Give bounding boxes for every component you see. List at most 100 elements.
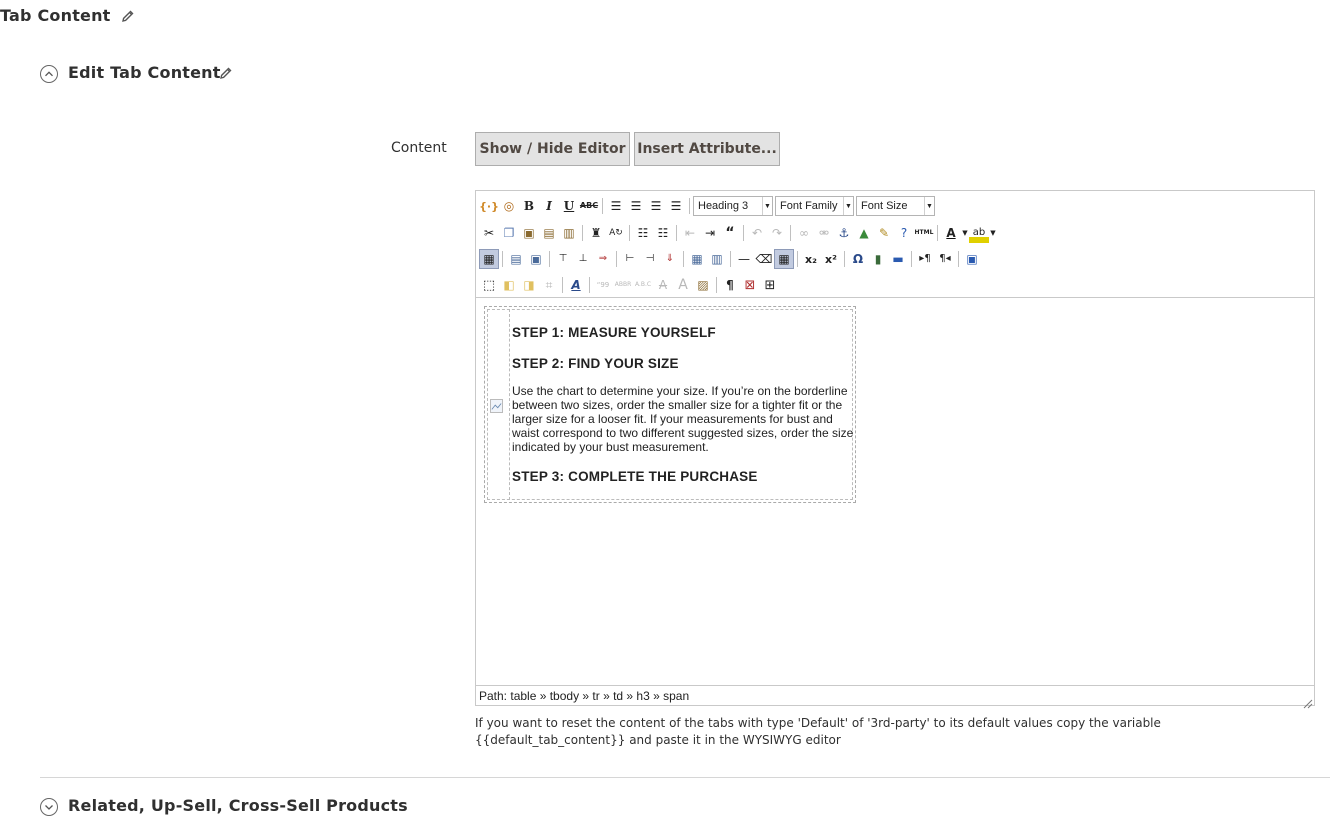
section-title-related-products[interactable]: Related, Up-Sell, Cross-Sell Products [68, 796, 408, 815]
anchor-icon[interactable]: ⚓ [834, 223, 854, 243]
insert-col-before-icon[interactable]: ⊢ [620, 249, 640, 269]
delete-row-icon[interactable]: ⇒ [593, 249, 613, 269]
insert-layer-icon[interactable]: ⬚ [479, 275, 499, 295]
delete-col-icon[interactable]: ⇓ [660, 249, 680, 269]
edit-pencil-icon[interactable] [219, 66, 233, 80]
superscript-icon[interactable]: x² [821, 249, 841, 269]
toolbar-row-3: ▦ ▤ ▣ ⊤ ⊥ ⇒ ⊢ ⊣ ⇓ ▦ ▥ — ⌫ ▦ x₂ x² Ω ▮ ▬ [479, 248, 982, 270]
cell-props-icon[interactable]: ▣ [526, 249, 546, 269]
insert-row-before-icon[interactable]: ⊤ [553, 249, 573, 269]
merge-cells-icon[interactable]: ▥ [707, 249, 727, 269]
cut-icon[interactable]: ✂ [479, 223, 499, 243]
format-select[interactable]: Heading 3 ▼ [693, 196, 773, 216]
move-backward-icon[interactable]: ◨ [519, 275, 539, 295]
element-path: Path: table » tbody » tr » td » h3 » spa… [479, 689, 690, 703]
dropdown-arrow-icon[interactable]: ▼ [961, 223, 969, 243]
cleanup-icon[interactable]: ✎ [874, 223, 894, 243]
format-select-value: Heading 3 [698, 200, 749, 212]
text-color-icon[interactable]: A [941, 223, 961, 243]
charmap-icon[interactable]: Ω [848, 249, 868, 269]
toolbar-separator [911, 251, 912, 267]
cell-divider [509, 309, 510, 500]
show-hide-editor-button[interactable]: Show / Hide Editor [475, 132, 630, 166]
insert-col-after-icon[interactable]: ⊣ [640, 249, 660, 269]
cite-icon[interactable]: “99 [593, 275, 613, 295]
toolbar-separator [844, 251, 845, 267]
insert-attribute-button[interactable]: Insert Attribute... [634, 132, 780, 166]
unlink-icon[interactable]: ⚮ [814, 223, 834, 243]
copy-icon[interactable]: ❐ [499, 223, 519, 243]
step2-heading: STEP 2: FIND YOUR SIZE [512, 356, 679, 371]
replace-icon[interactable]: A↻ [606, 223, 626, 243]
image-icon[interactable]: ◎ [499, 196, 519, 216]
styleprops-icon[interactable]: A [566, 275, 586, 295]
strikethrough-icon[interactable]: ABC [579, 196, 599, 216]
row-props-icon[interactable]: ▤ [506, 249, 526, 269]
absolute-icon[interactable]: ⌗ [539, 275, 559, 295]
outdent-icon[interactable]: ⇤ [680, 223, 700, 243]
dropdown-arrow-icon[interactable]: ▼ [989, 223, 997, 243]
del-icon[interactable]: A [653, 275, 673, 295]
hr-icon[interactable]: — [734, 249, 754, 269]
acronym-icon[interactable]: A.B.C [633, 275, 653, 295]
media-icon[interactable]: ▮ [868, 249, 888, 269]
blockquote-icon[interactable]: “ [720, 223, 740, 243]
widget-icon[interactable]: {·} [479, 196, 499, 216]
italic-icon[interactable]: I [539, 196, 559, 216]
bullet-list-icon[interactable]: ☷ [633, 223, 653, 243]
collapse-toggle[interactable] [40, 65, 58, 83]
bold-icon[interactable]: B [519, 196, 539, 216]
paste-word-icon[interactable]: ▥ [559, 223, 579, 243]
ltr-icon[interactable]: ▸¶ [915, 249, 935, 269]
undo-icon[interactable]: ↶ [747, 223, 767, 243]
abbr-icon[interactable]: ABBR [613, 275, 633, 295]
find-icon[interactable]: ♜ [586, 223, 606, 243]
html-icon[interactable]: HTML [914, 223, 934, 243]
align-justify-icon[interactable]: ☰ [666, 196, 686, 216]
toolbar-row-2: ✂ ❐ ▣ ▤ ▥ ♜ A↻ ☷ ☷ ⇤ ⇥ “ ↶ ↷ ∞ ⚮ ⚓ ▲ ✎ ?… [479, 222, 997, 244]
visualchars-icon[interactable]: ¶ [720, 275, 740, 295]
paste-icon[interactable]: ▣ [519, 223, 539, 243]
insert-row-after-icon[interactable]: ⊥ [573, 249, 593, 269]
nonbreaking-icon[interactable]: ⊠ [740, 275, 760, 295]
toolbar-separator [937, 225, 938, 241]
pagebreak-icon[interactable]: ⊞ [760, 275, 780, 295]
expand-toggle[interactable] [40, 798, 58, 816]
edit-pencil-icon[interactable] [121, 9, 135, 23]
section-title-edit-tab-content[interactable]: Edit Tab Content [68, 63, 221, 82]
align-center-icon[interactable]: ☰ [626, 196, 646, 216]
font-size-select[interactable]: Font Size ▼ [856, 196, 935, 216]
attribs-icon[interactable]: ▨ [693, 275, 713, 295]
help-icon[interactable]: ? [894, 223, 914, 243]
underline-icon[interactable]: U [559, 196, 579, 216]
font-family-select[interactable]: Font Family ▼ [775, 196, 854, 216]
insert-image-icon[interactable]: ▲ [854, 223, 874, 243]
link-icon[interactable]: ∞ [794, 223, 814, 243]
toolbar-separator [562, 277, 563, 293]
split-cells-icon[interactable]: ▦ [687, 249, 707, 269]
toolbar-separator [716, 277, 717, 293]
indent-icon[interactable]: ⇥ [700, 223, 720, 243]
numbered-list-icon[interactable]: ☷ [653, 223, 673, 243]
toolbar-separator [502, 251, 503, 267]
move-forward-icon[interactable]: ◧ [499, 275, 519, 295]
ins-icon[interactable]: A [673, 275, 693, 295]
paste-text-icon[interactable]: ▤ [539, 223, 559, 243]
advhr-icon[interactable]: ▬ [888, 249, 908, 269]
redo-icon[interactable]: ↷ [767, 223, 787, 243]
remove-format-icon[interactable]: ⌫ [754, 249, 774, 269]
background-color-icon[interactable]: ab [969, 223, 989, 243]
fullscreen-icon[interactable]: ▣ [962, 249, 982, 269]
section-divider [40, 777, 1330, 778]
editor-content-area[interactable]: STEP 1: MEASURE YOURSELF STEP 2: FIND YO… [476, 298, 1314, 685]
toolbar-separator [683, 251, 684, 267]
align-left-icon[interactable]: ☰ [606, 196, 626, 216]
table-cell-text: STEP 1: MEASURE YOURSELF STEP 2: FIND YO… [512, 325, 857, 484]
visual-aid-icon[interactable]: ▦ [774, 249, 794, 269]
step3-heading: STEP 3: COMPLETE THE PURCHASE [512, 469, 758, 484]
resize-handle-icon[interactable] [1303, 694, 1313, 709]
align-right-icon[interactable]: ☰ [646, 196, 666, 216]
table-icon[interactable]: ▦ [479, 249, 499, 269]
rtl-icon[interactable]: ¶◂ [935, 249, 955, 269]
subscript-icon[interactable]: x₂ [801, 249, 821, 269]
